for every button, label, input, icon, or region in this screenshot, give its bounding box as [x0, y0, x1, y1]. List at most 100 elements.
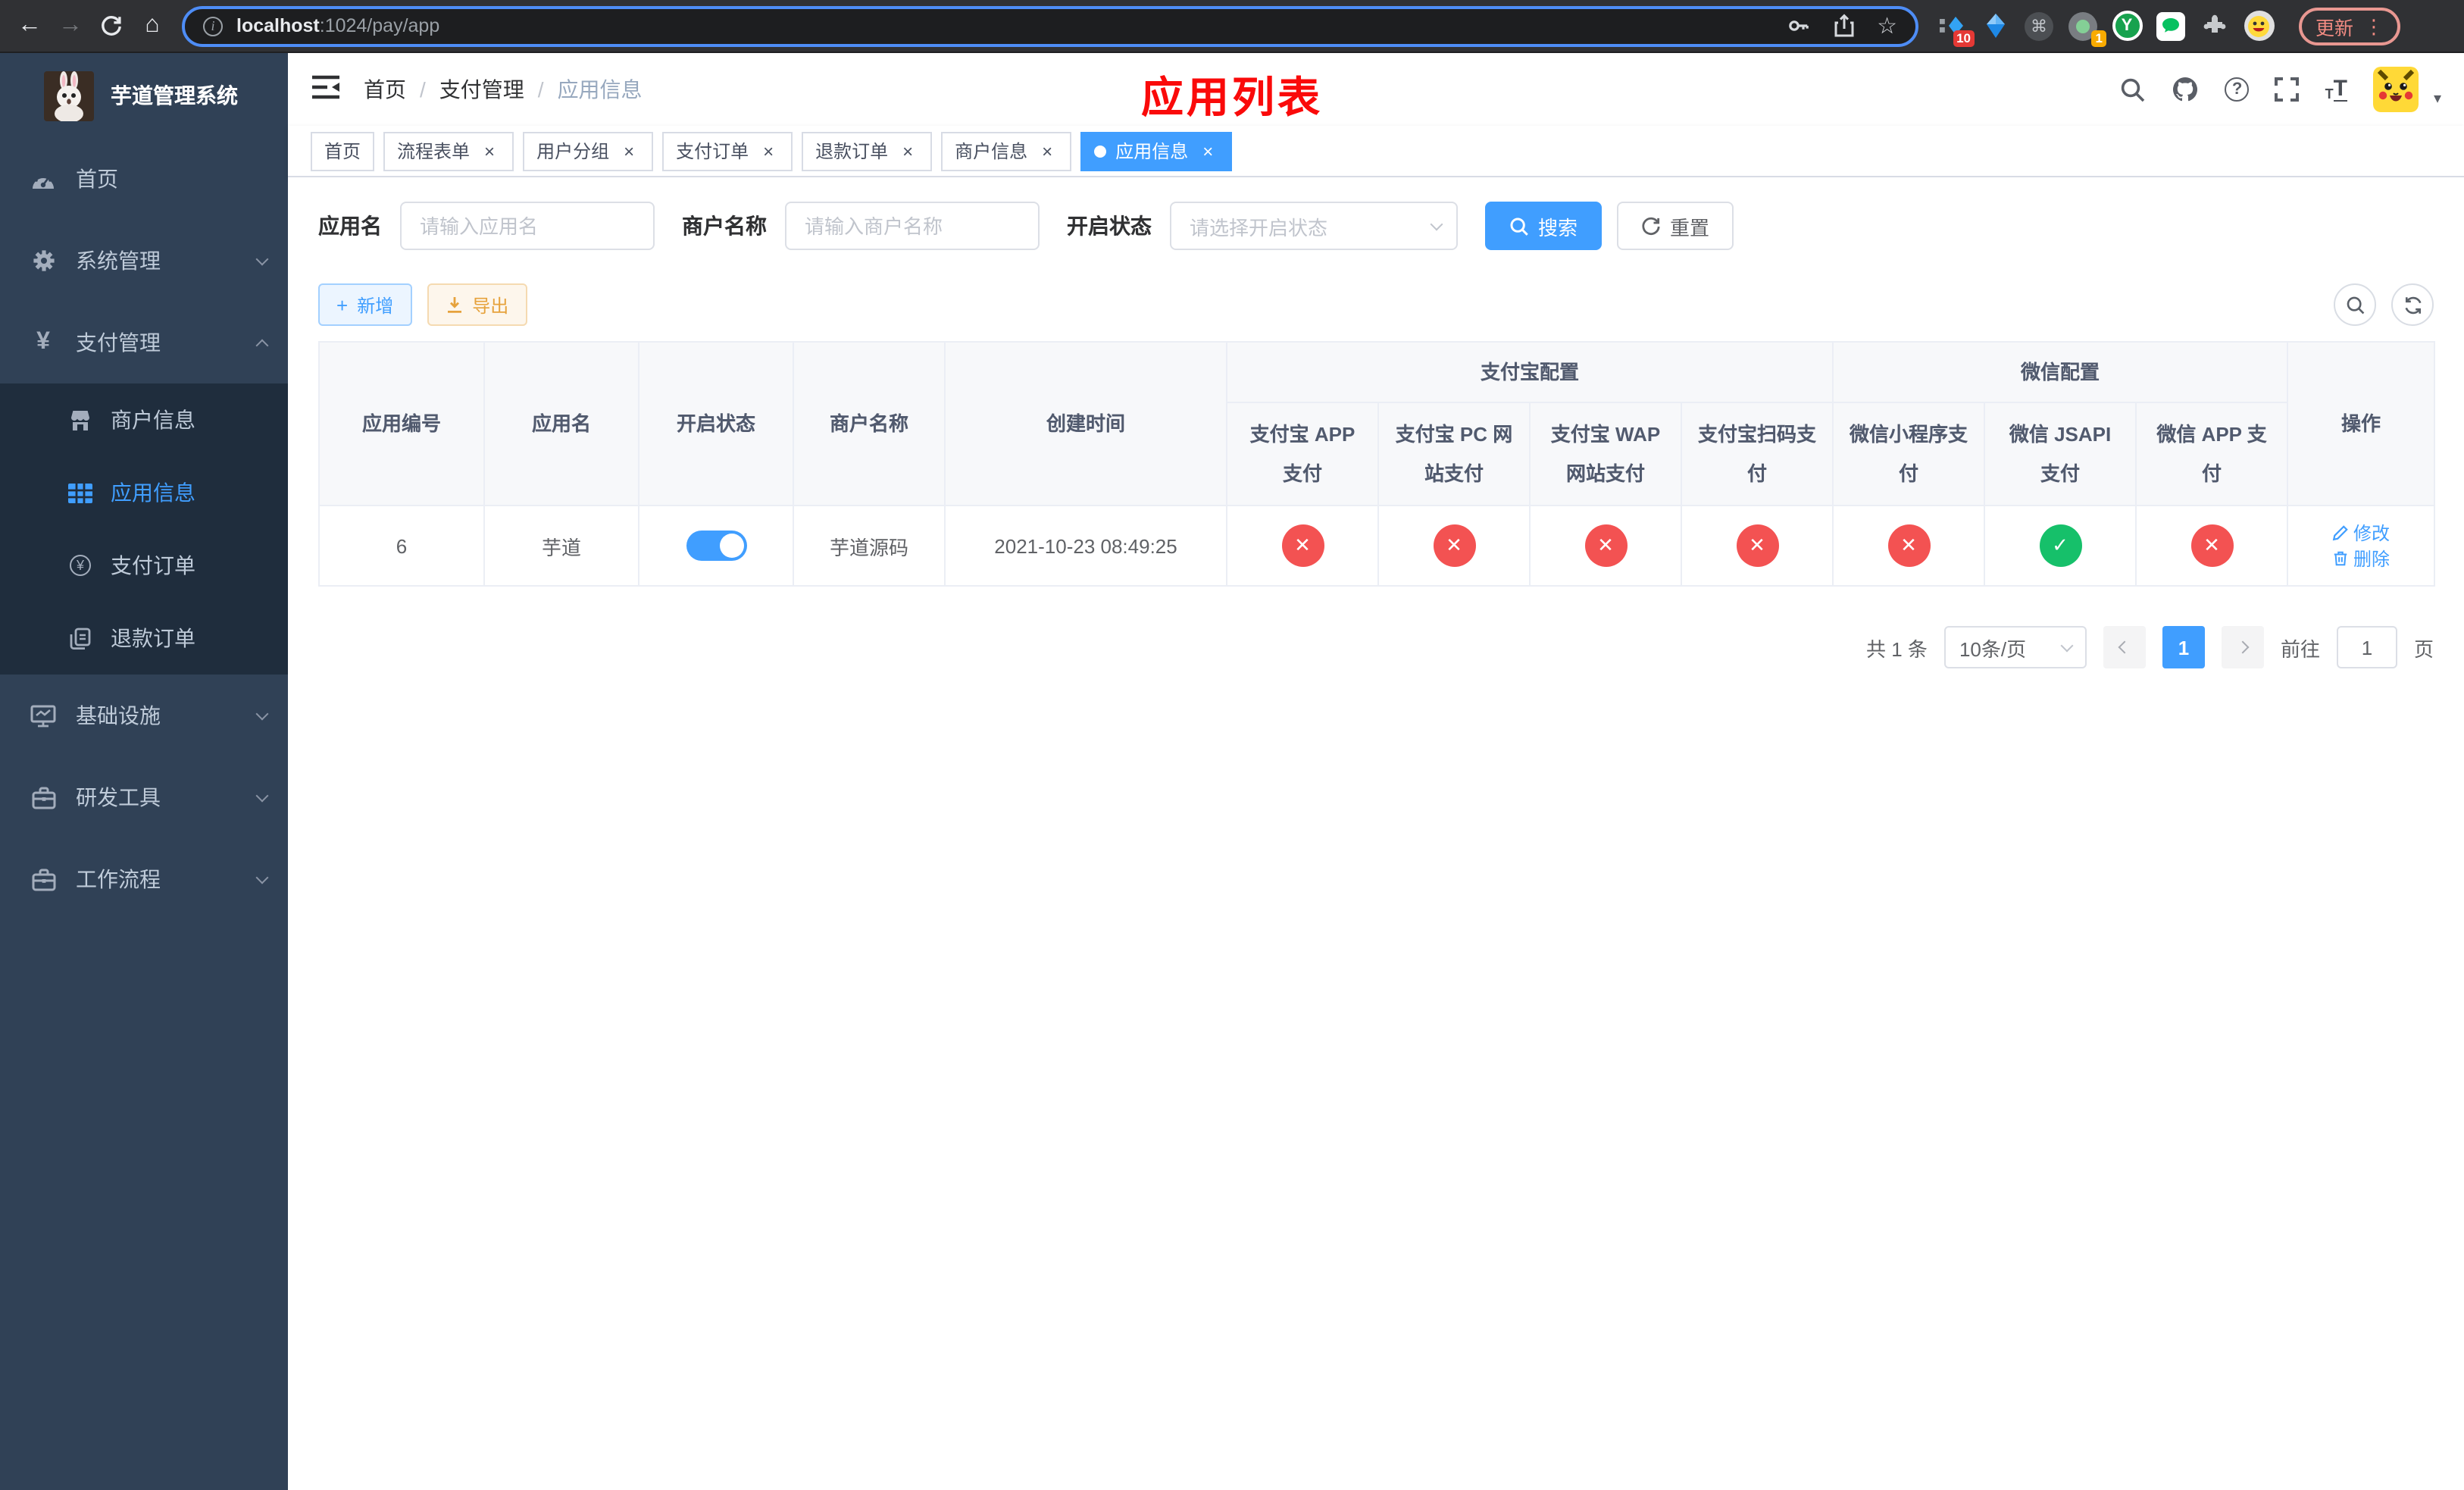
merchant-name-input[interactable]	[785, 202, 1040, 250]
show-search-button[interactable]	[2334, 283, 2376, 326]
breadcrumb: 首页 / 支付管理 / 应用信息	[364, 74, 643, 105]
site-info-icon[interactable]: i	[203, 16, 223, 36]
close-icon[interactable]: ×	[618, 140, 639, 161]
user-avatar[interactable]	[2372, 67, 2419, 112]
plus-icon: +	[336, 293, 349, 316]
goto-page-input[interactable]	[2336, 626, 2397, 668]
bookmark-star-icon[interactable]: ☆	[1877, 14, 1897, 37]
address-bar[interactable]: i localhost:1024/pay/app ☆	[182, 5, 1918, 46]
browser-update-button[interactable]: 更新 ⋮	[2299, 7, 2401, 45]
tab-merchant-info[interactable]: 商户信息 ×	[941, 131, 1072, 171]
table-toolbar: + 新增 导出	[318, 283, 2434, 326]
status-wx-mini: ✕	[1887, 524, 1931, 567]
payment-submenu: 商户信息 应用信息 ¥ 支付订单 退款订单	[0, 383, 288, 675]
caret-down-icon[interactable]: ▾	[2434, 91, 2441, 112]
sidebar-item-dev-tools[interactable]: 研发工具	[0, 756, 288, 838]
tab-pay-order[interactable]: 支付订单 ×	[662, 131, 793, 171]
home-icon[interactable]: ⌂	[132, 5, 173, 46]
puzzle-extensions-icon[interactable]	[2199, 10, 2231, 42]
update-label: 更新	[2315, 17, 2354, 39]
content-area: 应用名 商户名称 开启状态 请选择开启状态	[288, 177, 2464, 1490]
sidebar-item-merchant-info[interactable]: 商户信息	[0, 383, 288, 456]
search-icon[interactable]	[2121, 77, 2147, 102]
col-header-alipay-qr: 支付宝扫码支付	[1680, 402, 1834, 506]
gear-icon	[30, 248, 56, 274]
search-button[interactable]: 搜索	[1485, 202, 1603, 250]
col-header-id: 应用编号	[318, 341, 485, 506]
tab-home[interactable]: 首页	[311, 131, 375, 171]
devtools-extension-icon[interactable]: 10	[1935, 10, 1975, 46]
reset-button[interactable]: 重置	[1617, 202, 1734, 250]
sidebar-item-pay-order[interactable]: ¥ 支付订单	[0, 529, 288, 602]
breadcrumb-separator: /	[537, 77, 544, 102]
sidebar-toggle-icon[interactable]	[311, 74, 341, 105]
sidebar-item-app-info[interactable]: 应用信息	[0, 456, 288, 529]
forward-icon[interactable]: →	[50, 5, 91, 46]
emoji-extension-icon[interactable]	[2243, 10, 2275, 42]
close-icon[interactable]: ×	[1197, 140, 1218, 161]
chevron-down-icon	[2060, 638, 2074, 652]
y-extension-icon[interactable]: Y	[2111, 10, 2143, 42]
breadcrumb-home[interactable]: 首页	[364, 74, 406, 105]
kite-extension-icon[interactable]	[1979, 10, 2011, 42]
goto-label: 前往	[2280, 637, 2320, 660]
close-icon[interactable]: ×	[479, 140, 500, 161]
app-logo[interactable]: 芋道管理系统	[0, 53, 288, 138]
sidebar-item-label: 研发工具	[76, 785, 161, 809]
refresh-button[interactable]	[2391, 283, 2434, 326]
delete-link[interactable]: 删除	[2332, 546, 2390, 571]
status-wx-app: ✕	[2190, 524, 2234, 567]
status-alipay-pc: ✕	[1433, 524, 1475, 567]
grid-table-icon	[68, 480, 92, 505]
extension-badge: 10	[1953, 30, 1975, 46]
chat-extension-icon[interactable]	[2155, 10, 2187, 42]
page-number-button[interactable]: 1	[2162, 626, 2205, 668]
app-name-input[interactable]	[400, 202, 655, 250]
help-icon[interactable]: ?	[2225, 77, 2250, 102]
back-icon[interactable]: ←	[9, 5, 50, 46]
add-button[interactable]: + 新增	[318, 283, 412, 326]
fullscreen-icon[interactable]	[2275, 77, 2300, 102]
app-title: 芋道管理系统	[111, 83, 238, 108]
command-extension-icon[interactable]: ⌘	[2023, 10, 2055, 42]
document-copy-icon	[68, 626, 92, 650]
pagination: 共 1 条 10条/页 1 前往 页	[318, 626, 2434, 668]
sidebar-item-label: 首页	[76, 167, 118, 191]
share-icon[interactable]	[1833, 14, 1854, 38]
tab-process-form[interactable]: 流程表单 ×	[383, 131, 514, 171]
tab-user-group[interactable]: 用户分组 ×	[523, 131, 654, 171]
topbar-actions: ? TT ▾	[2121, 67, 2441, 112]
page-size-select[interactable]: 10条/页	[1943, 626, 2087, 668]
sidebar-item-workflow[interactable]: 工作流程	[0, 838, 288, 920]
close-icon[interactable]: ×	[897, 140, 918, 161]
sidebar-item-infrastructure[interactable]: 基础设施	[0, 675, 288, 756]
sidebar-item-label: 应用信息	[111, 480, 195, 505]
next-page-button[interactable]	[2221, 626, 2264, 668]
tab-refund-order[interactable]: 退款订单 ×	[802, 131, 933, 171]
sidebar-item-home[interactable]: 首页	[0, 138, 288, 220]
pagination-total: 共 1 条	[1866, 637, 1928, 660]
edit-link[interactable]: 修改	[2332, 520, 2390, 546]
col-header-alipay-pc: 支付宝 PC 网站支付	[1377, 402, 1531, 506]
browser-menu-icon[interactable]: ⋮	[2364, 16, 2384, 36]
enable-toggle[interactable]	[686, 531, 746, 561]
status-select[interactable]: 请选择开启状态	[1170, 202, 1458, 250]
sidebar-item-label: 基础设施	[76, 703, 161, 728]
store-icon	[68, 408, 92, 432]
close-icon[interactable]: ×	[758, 140, 779, 161]
sidebar-item-refund-order[interactable]: 退款订单	[0, 602, 288, 675]
col-header-actions: 操作	[2287, 341, 2436, 506]
github-icon[interactable]	[2172, 76, 2200, 103]
prev-page-button[interactable]	[2103, 626, 2146, 668]
sidebar-item-payment[interactable]: ¥ 支付管理	[0, 302, 288, 383]
capture-extension-icon[interactable]: 1	[2067, 10, 2106, 46]
password-key-icon[interactable]	[1786, 14, 1810, 38]
tab-app-info[interactable]: 应用信息 ×	[1080, 131, 1233, 171]
breadcrumb-payment[interactable]: 支付管理	[439, 74, 524, 105]
sidebar-item-system[interactable]: 系统管理	[0, 220, 288, 302]
close-icon[interactable]: ×	[1037, 140, 1058, 161]
col-group-wechat: 微信配置	[1832, 341, 2289, 403]
export-button[interactable]: 导出	[427, 283, 527, 326]
reload-icon[interactable]	[91, 5, 132, 46]
font-size-icon[interactable]: TT	[2325, 77, 2347, 102]
